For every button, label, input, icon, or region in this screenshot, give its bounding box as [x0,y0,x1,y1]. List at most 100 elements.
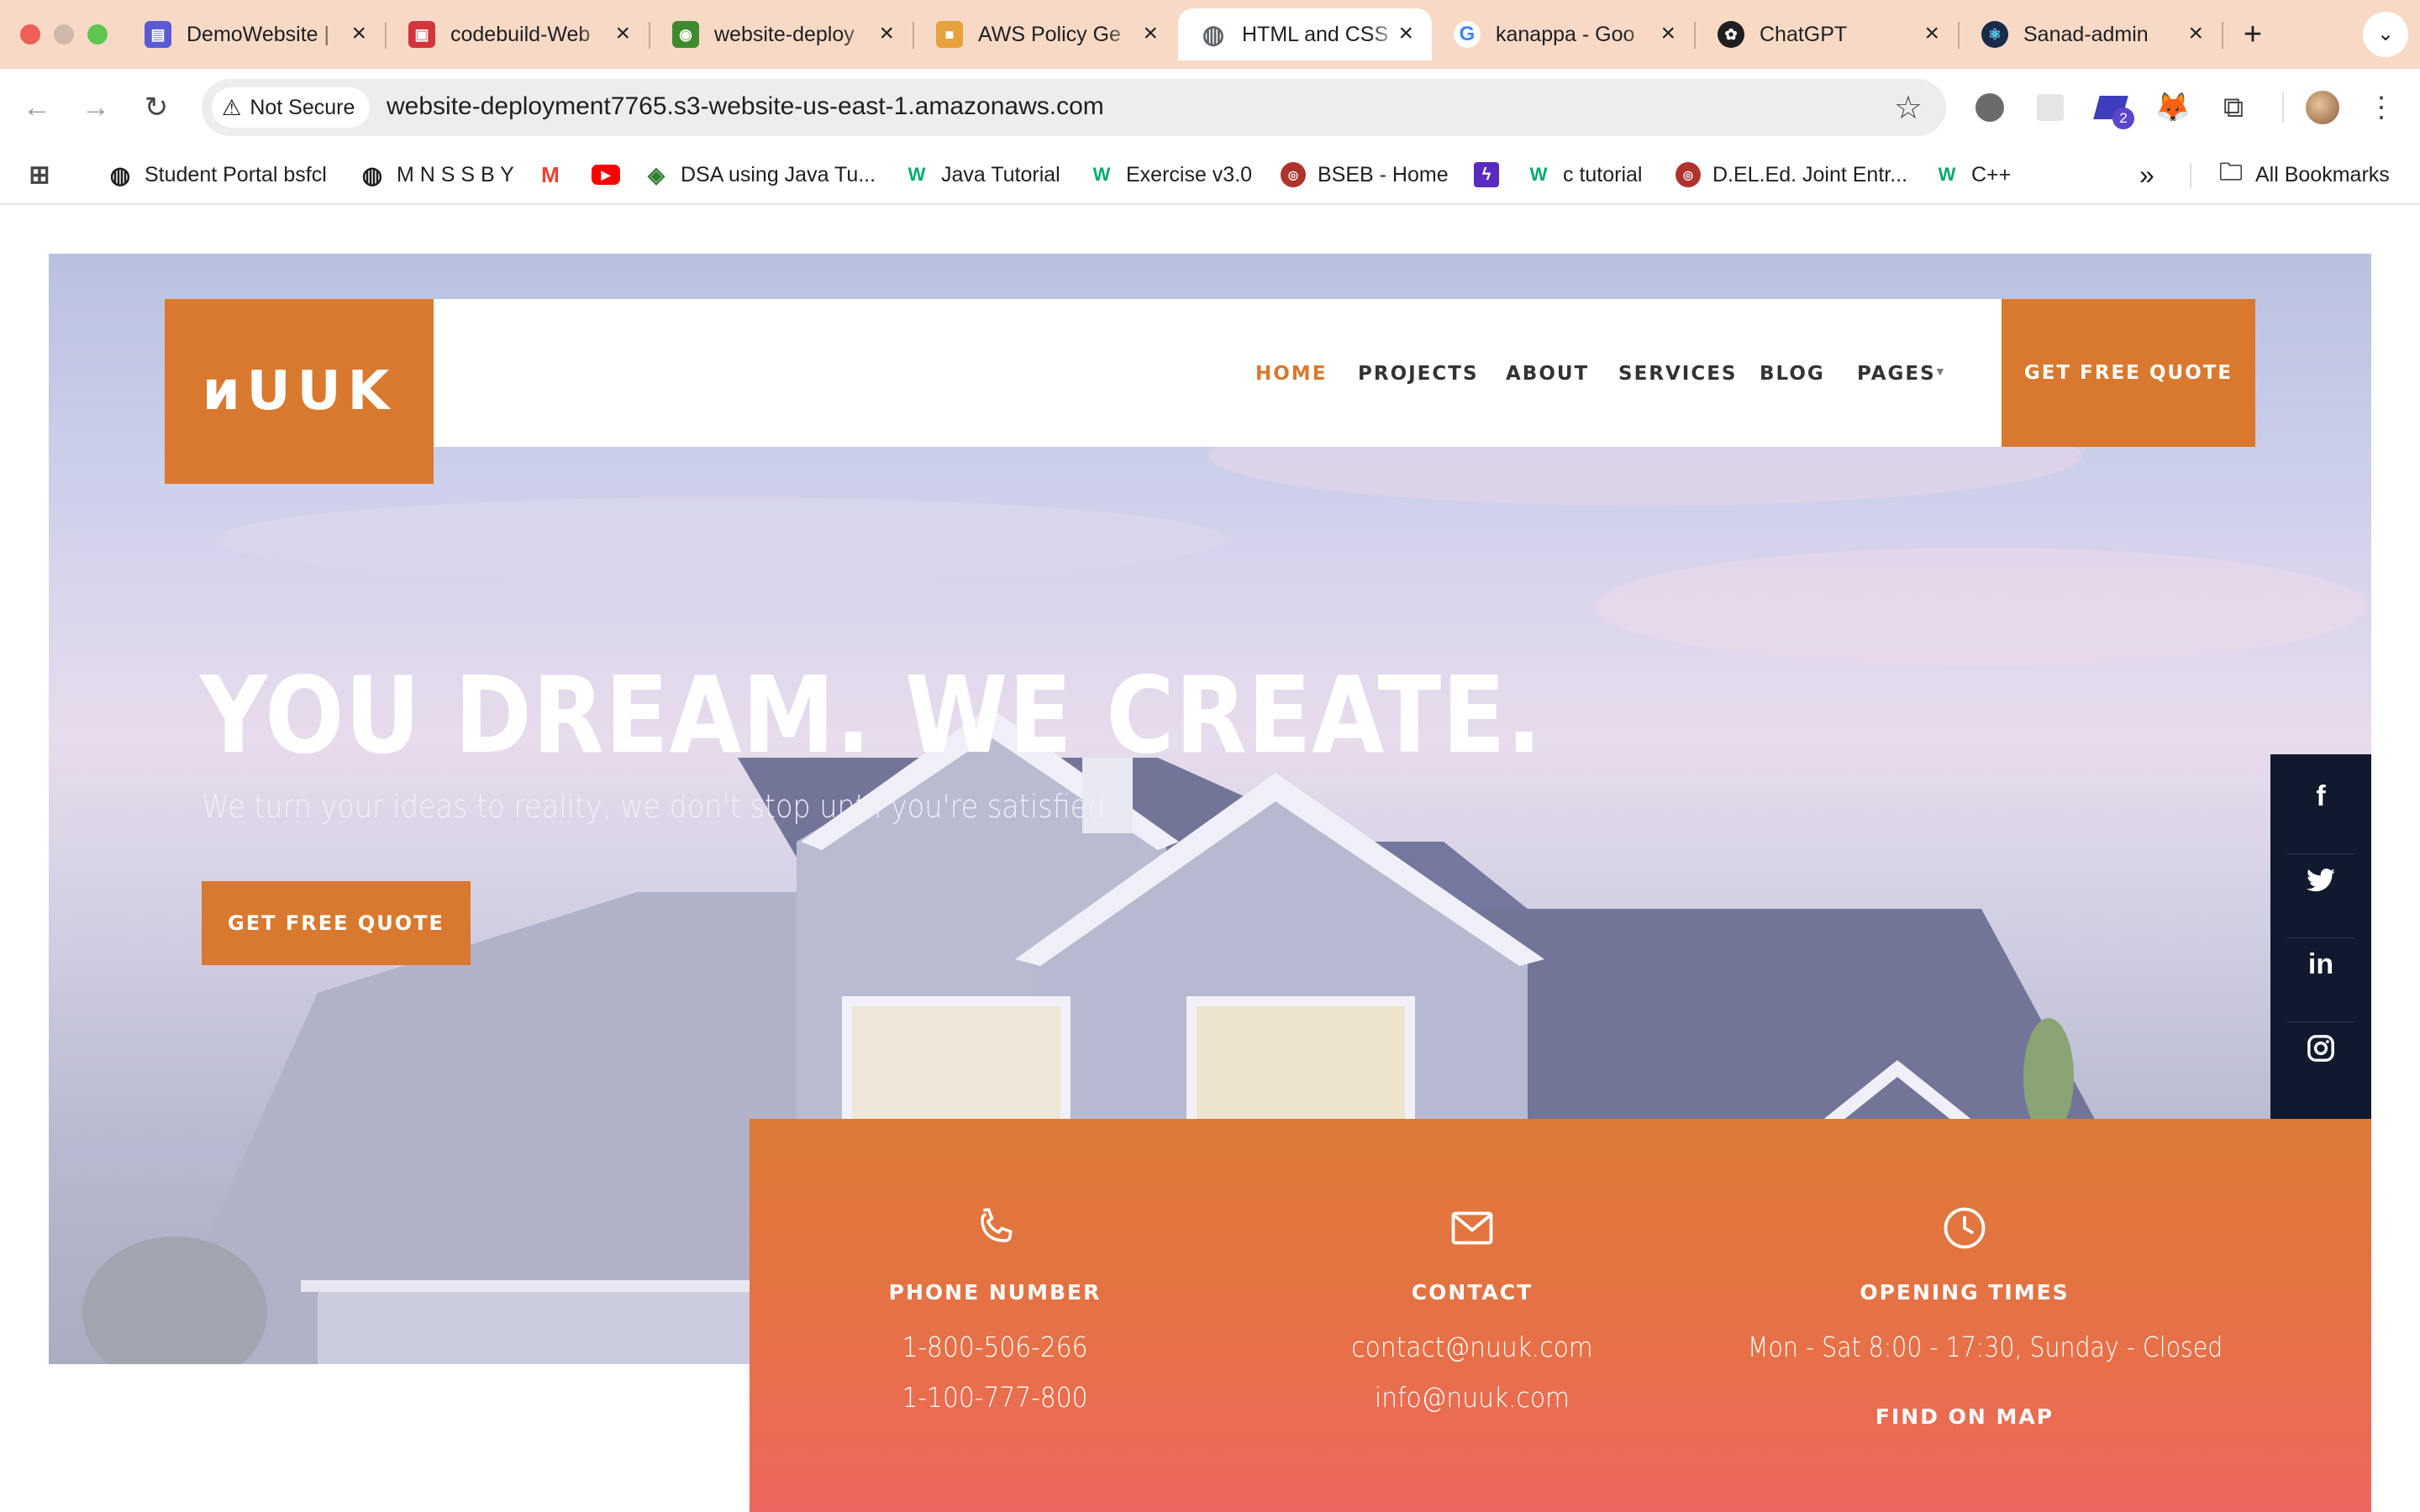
w3schools-icon: W [1938,164,1956,185]
maximize-window-button[interactable] [87,24,108,45]
bookmark-label: Java Tutorial [941,162,1060,186]
hero-subheadline: We turn your ideas to reality, we don't … [202,788,1115,825]
browser-tab-strip: ▤ DemoWebsite | × ▣ codebuild-Web × ◉ we… [0,0,2420,69]
tab-html-and-css[interactable]: ◍ HTML and CSS × [1178,8,1432,60]
gmail-icon: M [541,161,560,187]
profile-avatar[interactable] [2302,87,2343,128]
close-tab-icon[interactable]: × [1398,20,1413,47]
logo-text: ᴎUUK [202,360,397,423]
nav-services[interactable]: SERVICES [1618,363,1738,385]
store-icon: ▤ [145,21,171,48]
close-tab-icon[interactable]: × [2188,20,2203,47]
globe-icon: ◍ [1200,21,1227,49]
bookmark-dsa-java[interactable]: ◈ DSA using Java Tu... [644,158,876,192]
forward-arrow-icon[interactable]: → [76,87,116,128]
tab-title: ChatGPT [1760,22,1848,46]
phone-number-2[interactable]: 1-100-777-800 [783,1381,1207,1414]
bookmark-cpp[interactable]: W C++ [1934,158,2012,192]
find-on-map-link[interactable]: FIND ON MAP [1712,1404,2217,1429]
extensions-puzzle-icon[interactable]: ⧉ [2213,87,2254,128]
phone-icon [981,1208,1013,1242]
close-tab-icon[interactable]: × [879,20,894,47]
contact-heading: CONTACT [1411,1280,1534,1305]
extension-graduation-icon[interactable]: 2 [2091,87,2134,129]
nav-home[interactable]: HOME [1255,363,1327,385]
tab-title: codebuild-Web [450,22,591,46]
all-bookmarks-button[interactable]: 🗀 All Bookmarks [2218,158,2390,192]
w3schools-icon: W [1529,164,1548,185]
site-logo[interactable]: ᴎUUK [165,299,434,484]
tab-kanappa[interactable]: G kanappa - Goo × [1432,8,1694,60]
nav-about[interactable]: ABOUT [1506,363,1589,385]
bookmark-exercise[interactable]: W Exercise v3.0 [1089,158,1252,192]
address-bar[interactable]: ⚠ Not Secure website-deployment7765.s3-w… [202,79,1946,136]
bookmark-deled[interactable]: ◎ D.EL.Ed. Joint Entr... [1676,158,1907,192]
close-tab-icon[interactable]: × [351,20,366,47]
linkedin-icon[interactable]: in [2270,922,2371,1006]
social-sidebar: f in [2270,754,2371,1124]
browser-menu-icon[interactable]: ⋮ [2361,87,2402,128]
nav-get-quote-button[interactable]: GET FREE QUOTE [2002,299,2255,447]
extension-globe-icon[interactable] [1970,87,2010,128]
bookmark-label: D.EL.Ed. Joint Entr... [1712,162,1908,186]
reload-icon[interactable]: ↻ [136,87,176,128]
apps-grid-icon[interactable]: ⊞ [27,158,64,192]
close-tab-icon[interactable]: × [1924,20,1939,47]
bookmark-mnssby[interactable]: ◍ M N S S B Y [360,158,514,192]
bookmark-label: DSA using Java Tu... [681,162,876,186]
bookmark-bolt[interactable]: ϟ [1474,158,1511,192]
bookmark-student-portal[interactable]: ◍ Student Portal bsfcl [108,158,327,192]
bookmark-star-icon[interactable]: ☆ [1894,89,1923,127]
codebuild-icon: ▣ [408,21,435,48]
metamask-fox-icon[interactable]: 🦊 [2153,87,2193,128]
bookmark-youtube[interactable]: ▶ [592,158,632,192]
hero-get-quote-button[interactable]: GET FREE QUOTE [202,881,471,965]
back-arrow-icon[interactable]: ← [17,87,57,128]
folder-icon: 🗀 [2218,159,2243,185]
extension-grid-icon[interactable] [2030,87,2070,128]
tab-codebuild[interactable]: ▣ codebuild-Web × [387,8,649,60]
close-tab-icon[interactable]: × [1660,20,1676,47]
bookmark-c-tutorial[interactable]: Wc tutorial [1526,158,1643,192]
url-text[interactable]: website-deployment7765.s3-website-us-eas… [387,92,1104,121]
close-tab-icon[interactable]: × [1143,20,1158,47]
bookmark-java-tutorial[interactable]: W Java Tutorial [904,158,1060,192]
main-navigation: HOME PROJECTS ABOUT SERVICES BLOG PAGES … [434,299,2002,447]
bseb-icon: ◎ [1676,162,1701,187]
bookmark-bseb-home[interactable]: ◎ BSEB - Home [1281,158,1449,192]
hours-heading: OPENING TIMES [1860,1280,2070,1305]
security-chip[interactable]: ⚠ Not Secure [212,87,371,128]
phone-number-1[interactable]: 1-800-506-266 [783,1331,1207,1363]
tab-chatgpt[interactable]: ✿ ChatGPT × [1696,8,1958,60]
minimize-window-button[interactable] [54,24,74,45]
hero-headline: YOU DREAM. WE CREATE. [200,654,1543,777]
s3-bucket-icon: ◉ [672,21,699,48]
tab-search-button[interactable]: ⌄ [2363,12,2408,57]
bseb-icon: ◎ [1281,162,1306,187]
nav-projects[interactable]: PROJECTS [1358,363,1479,385]
bookmarks-overflow-button[interactable]: » [2139,158,2154,192]
tab-demowebsite[interactable]: ▤ DemoWebsite | × [123,8,385,60]
security-label: Not Secure [250,95,355,119]
tab-divider [2222,22,2223,49]
box-icon: ■ [936,21,963,48]
tab-website-deploy[interactable]: ◉ website-deploy × [650,8,913,60]
all-bookmarks-label: All Bookmarks [2255,162,2390,186]
bookmark-label: M N S S B Y [397,162,514,186]
info-email[interactable]: info@nuuk.com [1260,1381,1684,1414]
contact-email[interactable]: contact@nuuk.com [1260,1331,1684,1363]
close-tab-icon[interactable]: × [615,20,630,47]
instagram-icon[interactable] [2270,1006,2371,1090]
tab-sanad-admin[interactable]: ⚛ Sanad-admin × [1960,8,2222,60]
clock-icon [1944,1207,1986,1249]
nav-pages[interactable]: PAGES [1857,363,1936,385]
facebook-icon[interactable]: f [2270,754,2371,838]
nav-blog[interactable]: BLOG [1760,363,1825,385]
close-window-button[interactable] [20,24,40,45]
tab-aws-policy[interactable]: ■ AWS Policy Ge × [914,8,1176,60]
new-tab-button[interactable]: + [2232,13,2274,55]
tab-title: kanappa - Goo [1496,22,1635,46]
bookmark-gmail[interactable]: M [538,158,575,192]
mail-icon [1451,1211,1493,1245]
twitter-icon[interactable] [2270,838,2371,922]
